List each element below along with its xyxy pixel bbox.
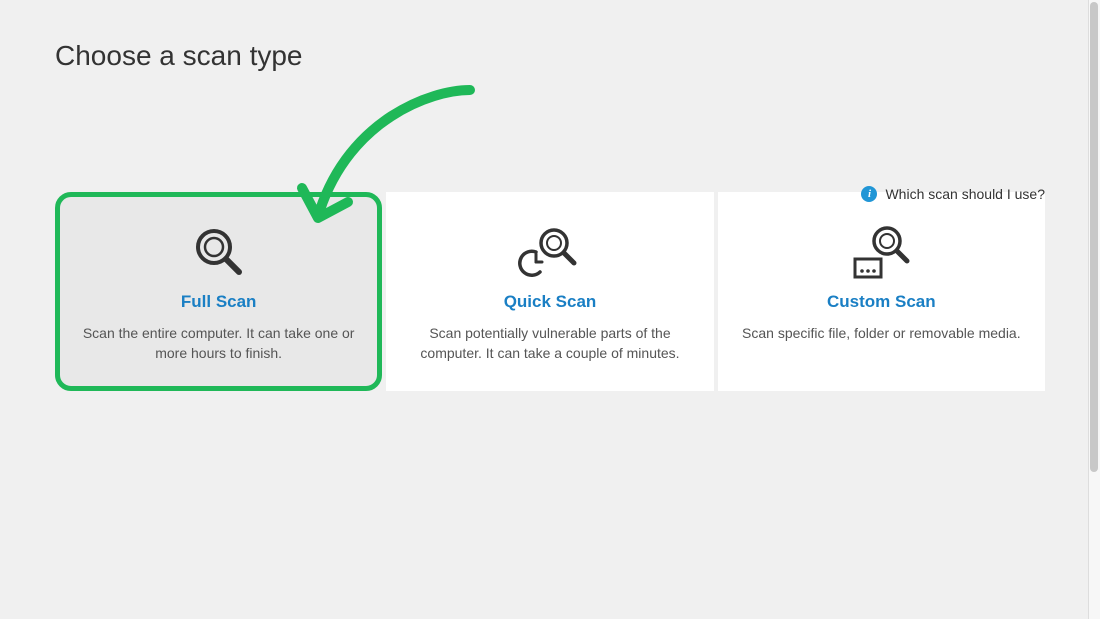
scrollbar-track <box>1088 0 1100 619</box>
custom-scan-desc: Scan specific file, folder or removable … <box>742 324 1021 344</box>
info-icon: i <box>861 186 877 202</box>
full-scan-title: Full Scan <box>181 292 257 312</box>
quick-scan-desc: Scan potentially vulnerable parts of the… <box>410 324 690 363</box>
full-scan-desc: Scan the entire computer. It can take on… <box>79 324 359 363</box>
quick-scan-card[interactable]: Quick Scan Scan potentially vulnerable p… <box>386 192 713 391</box>
help-link-label: Which scan should I use? <box>885 186 1045 202</box>
magnifier-icon <box>189 222 249 282</box>
custom-scan-icon <box>847 222 915 282</box>
scan-type-cards: Full Scan Scan the entire computer. It c… <box>55 192 1045 391</box>
custom-scan-title: Custom Scan <box>827 292 936 312</box>
which-scan-help-link[interactable]: i Which scan should I use? <box>861 186 1045 202</box>
scrollbar-thumb[interactable] <box>1090 2 1098 472</box>
quick-scan-icon <box>518 222 582 282</box>
page-title: Choose a scan type <box>55 40 1045 72</box>
quick-scan-title: Quick Scan <box>504 292 597 312</box>
full-scan-card[interactable]: Full Scan Scan the entire computer. It c… <box>55 192 382 391</box>
custom-scan-card[interactable]: Custom Scan Scan specific file, folder o… <box>718 192 1045 391</box>
